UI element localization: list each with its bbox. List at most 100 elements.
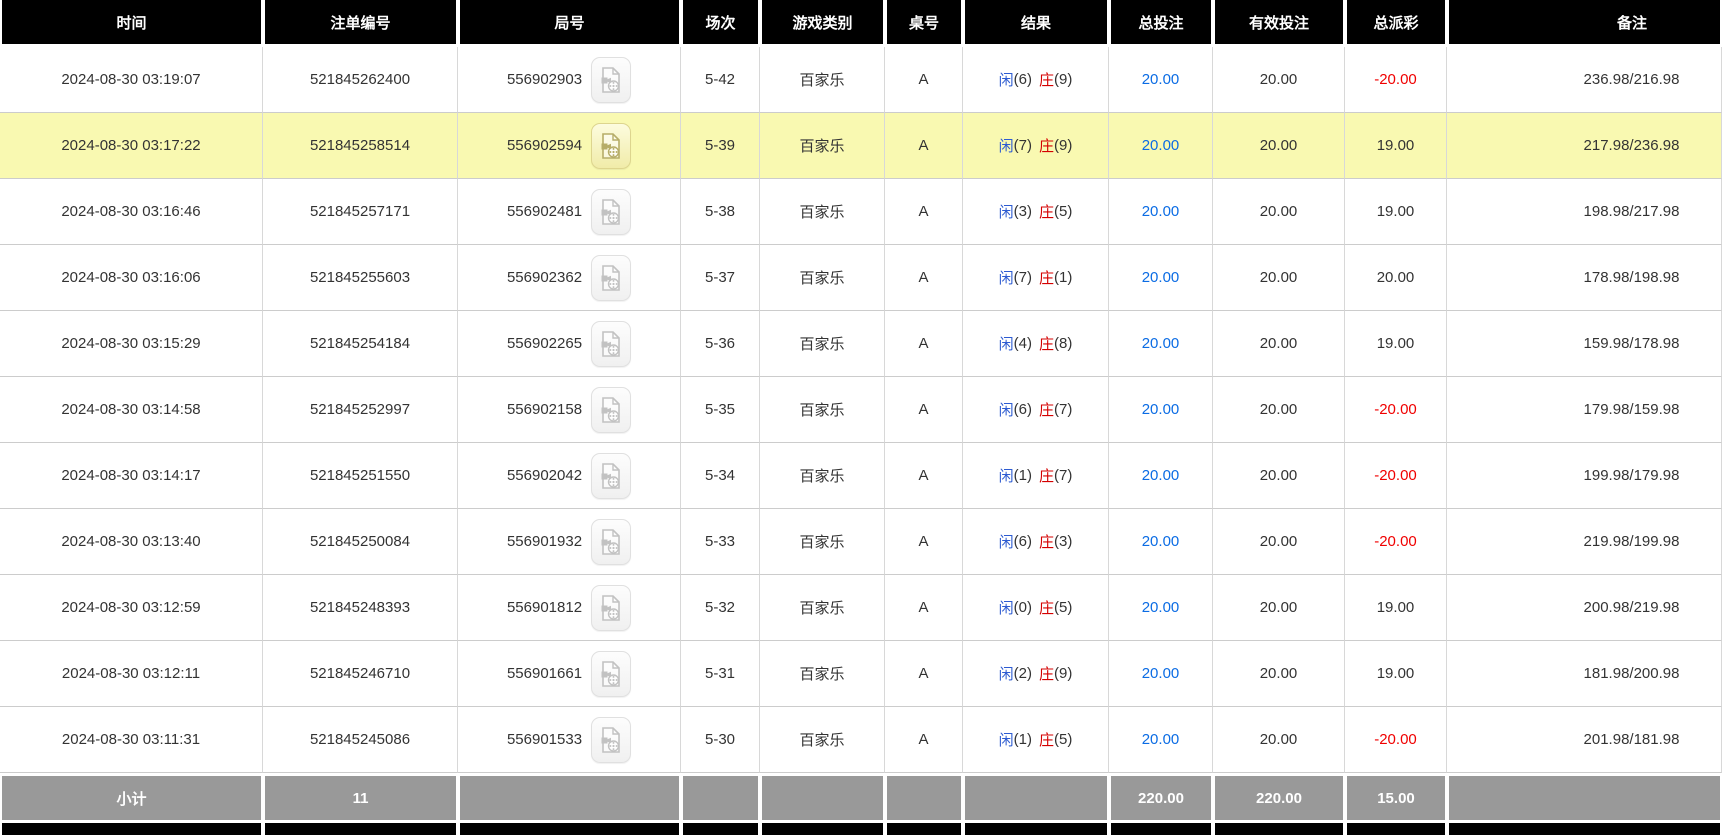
table-row[interactable]: 2024-08-30 03:11:31 521845245086 556901533… (0, 707, 1722, 773)
round-id-text: 556902481 (506, 203, 583, 220)
cell-total-bet[interactable]: 20.00 (1109, 509, 1213, 575)
next-header-cell (1213, 823, 1345, 835)
cell-time: 2024-08-30 03:15:29 (0, 311, 263, 377)
cell-time: 2024-08-30 03:13:40 (0, 509, 263, 575)
cell-valid-bet: 20.00 (1213, 707, 1345, 773)
banker-label: 庄 (1039, 138, 1055, 155)
cell-game-type: 百家乐 (760, 47, 885, 113)
round-id-text: 556902903 (506, 71, 583, 88)
table-row[interactable]: 2024-08-30 03:12:59 521845248393 556901812… (0, 575, 1722, 641)
table-row[interactable]: 2024-08-30 03:12:11 521845246710 556901661… (0, 641, 1722, 707)
player-label: 闲 (998, 468, 1014, 485)
subtotal-count: 11 (263, 776, 458, 820)
banker-label: 庄 (1039, 270, 1055, 287)
cell-table-no: A (885, 47, 963, 113)
next-header-cell (885, 823, 963, 835)
video-file-icon (600, 132, 622, 159)
col-header-bet-id: 注单编号 (263, 0, 458, 44)
subtotal-empty (885, 776, 963, 820)
col-header-time: 时间 (0, 0, 263, 44)
cell-time: 2024-08-30 03:16:46 (0, 179, 263, 245)
player-score: (6) (1013, 71, 1032, 88)
player-label: 闲 (998, 600, 1014, 617)
cell-total-bet[interactable]: 20.00 (1109, 311, 1213, 377)
cell-result: 闲 (1) 庄 (5) (963, 707, 1109, 773)
player-score: (6) (1013, 401, 1032, 418)
cell-bet-id: 521845257171 (263, 179, 458, 245)
table-row[interactable]: 2024-08-30 03:16:06 521845255603 556902362… (0, 245, 1722, 311)
cell-total-bet[interactable]: 20.00 (1109, 47, 1213, 113)
cell-total-bet[interactable]: 20.00 (1109, 113, 1213, 179)
player-label: 闲 (998, 72, 1014, 89)
cell-total-payout: 19.00 (1345, 179, 1447, 245)
cell-total-bet[interactable]: 20.00 (1109, 575, 1213, 641)
round-id-text: 556901812 (506, 599, 583, 616)
player-label: 闲 (998, 336, 1014, 353)
cell-total-payout: -20.00 (1345, 707, 1447, 773)
video-replay-button[interactable] (591, 254, 632, 301)
cell-valid-bet: 20.00 (1213, 311, 1345, 377)
table-row[interactable]: 2024-08-30 03:17:22 521845258514 556902594… (0, 113, 1722, 179)
cell-result: 闲 (3) 庄 (5) (963, 179, 1109, 245)
table-row[interactable]: 2024-08-30 03:16:46 521845257171 556902481… (0, 179, 1722, 245)
video-file-icon (600, 660, 622, 687)
video-file-icon (600, 396, 622, 423)
banker-label: 庄 (1039, 666, 1055, 683)
cell-session: 5-30 (681, 707, 760, 773)
cell-remark: 198.98/217.98 (1447, 179, 1722, 245)
cell-valid-bet: 20.00 (1213, 245, 1345, 311)
cell-remark: 181.98/200.98 (1447, 641, 1722, 707)
cell-total-bet[interactable]: 20.00 (1109, 707, 1213, 773)
player-score: (6) (1013, 533, 1032, 550)
banker-label: 庄 (1039, 72, 1055, 89)
cell-game-type: 百家乐 (760, 575, 885, 641)
cell-time: 2024-08-30 03:16:06 (0, 245, 263, 311)
player-label: 闲 (998, 666, 1014, 683)
video-replay-button[interactable] (591, 716, 632, 763)
player-score: (4) (1013, 335, 1032, 352)
cell-table-no: A (885, 575, 963, 641)
video-replay-button[interactable] (591, 518, 632, 565)
cell-table-no: A (885, 443, 963, 509)
banker-score: (5) (1054, 203, 1073, 220)
cell-session: 5-39 (681, 113, 760, 179)
player-label: 闲 (998, 732, 1014, 749)
cell-total-payout: 19.00 (1345, 311, 1447, 377)
round-id-text: 556902265 (506, 335, 583, 352)
banker-score: (9) (1054, 71, 1073, 88)
subtotal-valid-bet: 220.00 (1213, 776, 1345, 820)
cell-valid-bet: 20.00 (1213, 641, 1345, 707)
video-replay-button[interactable] (591, 188, 632, 235)
video-replay-button[interactable] (591, 650, 632, 697)
video-replay-button[interactable] (591, 386, 632, 433)
video-file-icon (600, 528, 622, 555)
video-replay-button[interactable] (591, 452, 632, 499)
cell-table-no: A (885, 641, 963, 707)
banker-label: 庄 (1039, 468, 1055, 485)
table-row[interactable]: 2024-08-30 03:14:17 521845251550 556902042… (0, 443, 1722, 509)
cell-time: 2024-08-30 03:14:17 (0, 443, 263, 509)
table-row[interactable]: 2024-08-30 03:14:58 521845252997 556902158… (0, 377, 1722, 443)
video-replay-button[interactable] (591, 584, 632, 631)
cell-total-bet[interactable]: 20.00 (1109, 641, 1213, 707)
col-header-total-payout: 总派彩 (1345, 0, 1447, 44)
banker-label: 庄 (1039, 600, 1055, 617)
banker-score: (1) (1054, 269, 1073, 286)
player-score: (1) (1013, 467, 1032, 484)
cell-total-bet[interactable]: 20.00 (1109, 179, 1213, 245)
cell-total-bet[interactable]: 20.00 (1109, 443, 1213, 509)
cell-table-no: A (885, 245, 963, 311)
table-row[interactable]: 2024-08-30 03:15:29 521845254184 556902265… (0, 311, 1722, 377)
cell-table-no: A (885, 707, 963, 773)
cell-time: 2024-08-30 03:12:11 (0, 641, 263, 707)
cell-table-no: A (885, 113, 963, 179)
video-replay-button[interactable] (591, 320, 632, 367)
table-row[interactable]: 2024-08-30 03:13:40 521845250084 556901932… (0, 509, 1722, 575)
player-label: 闲 (998, 138, 1014, 155)
video-replay-button[interactable] (591, 56, 632, 103)
video-file-icon (600, 462, 622, 489)
cell-total-bet[interactable]: 20.00 (1109, 245, 1213, 311)
cell-total-bet[interactable]: 20.00 (1109, 377, 1213, 443)
table-row[interactable]: 2024-08-30 03:19:07 521845262400 556902903… (0, 47, 1722, 113)
video-replay-button[interactable] (591, 122, 632, 169)
